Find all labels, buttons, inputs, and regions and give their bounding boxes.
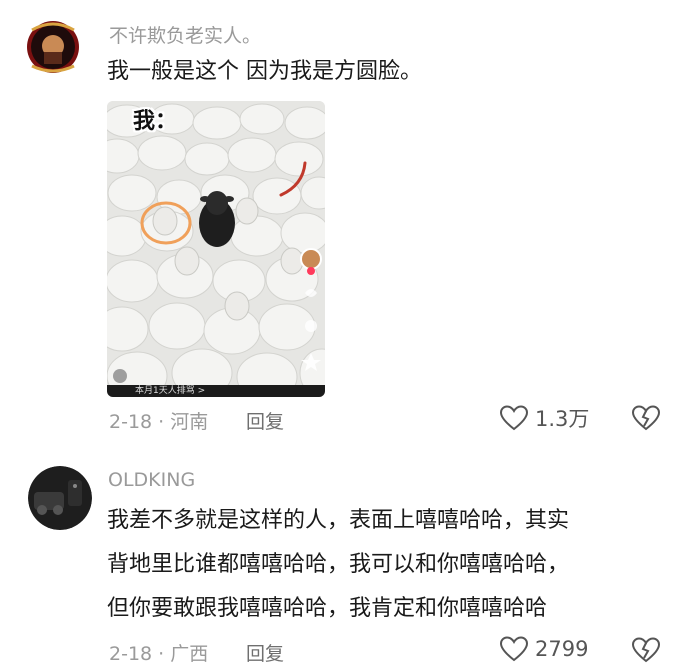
date-location: 2-18 · 广西 (109, 643, 209, 665)
heart-outline-icon (499, 636, 529, 662)
broken-heart-icon (631, 405, 661, 431)
reply-button[interactable]: 回复 (246, 639, 284, 666)
avatar[interactable] (22, 16, 84, 78)
like-count: 2799 (535, 637, 589, 661)
avatar[interactable] (28, 466, 92, 530)
username[interactable]: OLDKING (108, 469, 195, 491)
comment-text-line: 我差不多就是这样的人，表面上嘻嘻哈哈，其实 (107, 508, 570, 533)
comment-text-line: 背地里比谁都嘻嘻哈哈，我可以和你嘻嘻哈哈， (107, 552, 570, 577)
image-watermark: 本月1天人排骂 > (107, 385, 325, 397)
reply-button[interactable]: 回复 (246, 407, 284, 434)
dislike-button[interactable] (631, 404, 661, 436)
comment-text: 我一般是这个 因为我是方圆脸。 (107, 59, 422, 84)
username[interactable]: 不许欺负老实人。 (109, 21, 261, 48)
like-button[interactable]: 1.3万 (499, 403, 589, 433)
broken-heart-icon (631, 637, 661, 663)
like-button[interactable]: 2799 (499, 635, 588, 663)
attached-image[interactable]: 我： 本月1天人排骂 > (107, 101, 325, 397)
dislike-button[interactable] (631, 636, 661, 668)
avatar-image (28, 466, 92, 530)
heart-outline-icon (499, 405, 529, 431)
comment-text-line: 但你要敢跟我嘻嘻哈哈，我肯定和你嘻嘻哈哈 (107, 596, 548, 621)
image-label: 我： (133, 109, 178, 134)
sheep-image (107, 101, 325, 397)
date-location: 2-18 · 河南 (109, 411, 209, 433)
avatar-image (22, 16, 84, 78)
like-count: 1.3万 (535, 407, 590, 431)
